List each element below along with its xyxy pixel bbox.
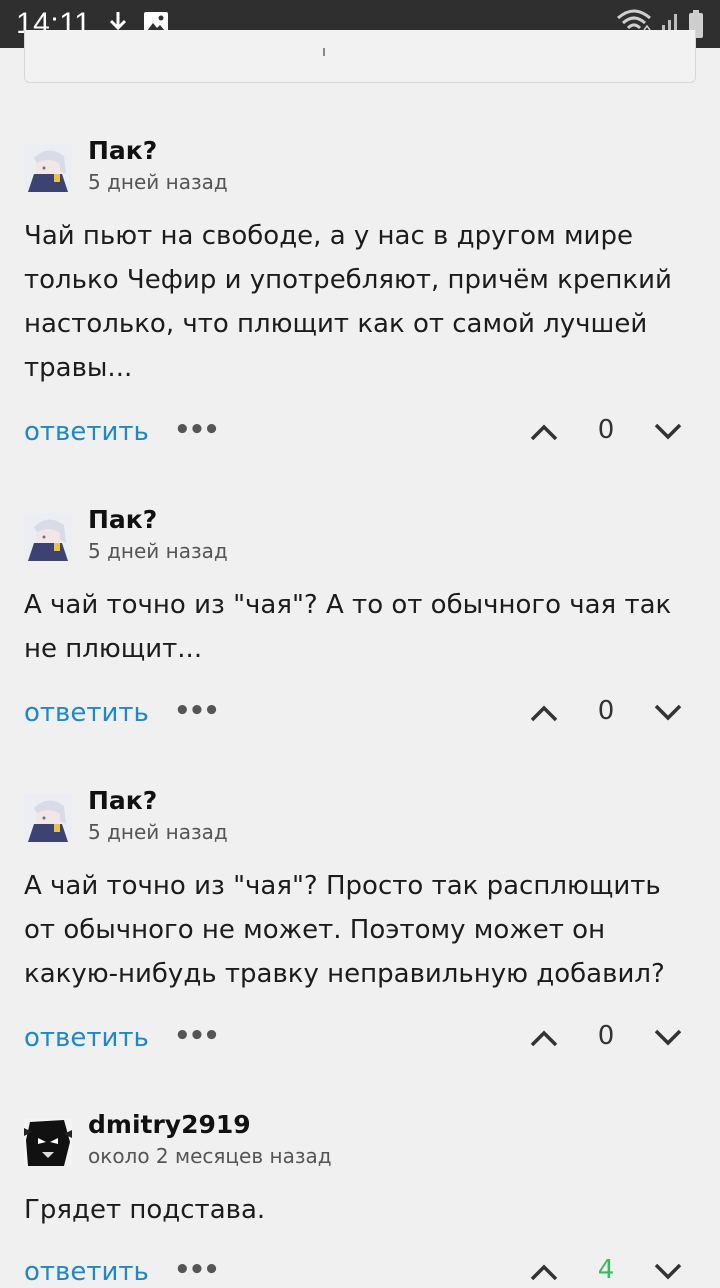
vote-score: 0	[597, 415, 615, 445]
reply-link[interactable]: ответить	[24, 697, 149, 729]
comment-time: 5 дней назад	[88, 170, 228, 194]
vote-score: 0	[597, 696, 615, 726]
more-options-button[interactable]: •••	[174, 1020, 220, 1052]
comment-text: А чай точно из "чая"? Просто так расплющ…	[24, 871, 665, 989]
vote-score: 4	[597, 1255, 615, 1285]
more-options-button[interactable]: •••	[174, 414, 220, 446]
reply-link[interactable]: ответить	[24, 1256, 149, 1288]
comment-input-box[interactable]	[24, 30, 696, 83]
vote-score: 0	[597, 1021, 615, 1051]
reply-link[interactable]: ответить	[24, 1022, 149, 1054]
avatar[interactable]	[24, 144, 72, 192]
avatar[interactable]	[24, 1118, 72, 1166]
upvote-icon[interactable]	[529, 703, 559, 723]
downvote-icon[interactable]	[653, 1261, 683, 1281]
more-options-button[interactable]: •••	[174, 1254, 220, 1286]
reply-link[interactable]: ответить	[24, 416, 149, 448]
comment-author[interactable]: Пак?	[88, 505, 157, 535]
downvote-icon[interactable]	[653, 421, 683, 441]
avatar[interactable]	[24, 794, 72, 842]
more-options-button[interactable]: •••	[174, 695, 220, 727]
comment-time: 5 дней назад	[88, 539, 228, 563]
upvote-icon[interactable]	[529, 1262, 559, 1282]
comment-time: 5 дней назад	[88, 820, 228, 844]
input-box-marker	[323, 48, 325, 56]
downvote-icon[interactable]	[653, 1027, 683, 1047]
comment-text: Грядет подстава.	[24, 1195, 266, 1225]
downvote-icon[interactable]	[653, 702, 683, 722]
comment-text: Чай пьют на свободе, а у нас в другом ми…	[24, 221, 672, 383]
comment-author[interactable]: dmitry2919	[88, 1110, 251, 1140]
comment-time: около 2 месяцев назад	[88, 1144, 332, 1168]
upvote-icon[interactable]	[529, 422, 559, 442]
comment-text: А чай точно из "чая"? А то от обычного ч…	[24, 590, 672, 664]
avatar[interactable]	[24, 513, 72, 561]
comment-author[interactable]: Пак?	[88, 136, 157, 166]
upvote-icon[interactable]	[529, 1028, 559, 1048]
comment-author[interactable]: Пак?	[88, 786, 157, 816]
